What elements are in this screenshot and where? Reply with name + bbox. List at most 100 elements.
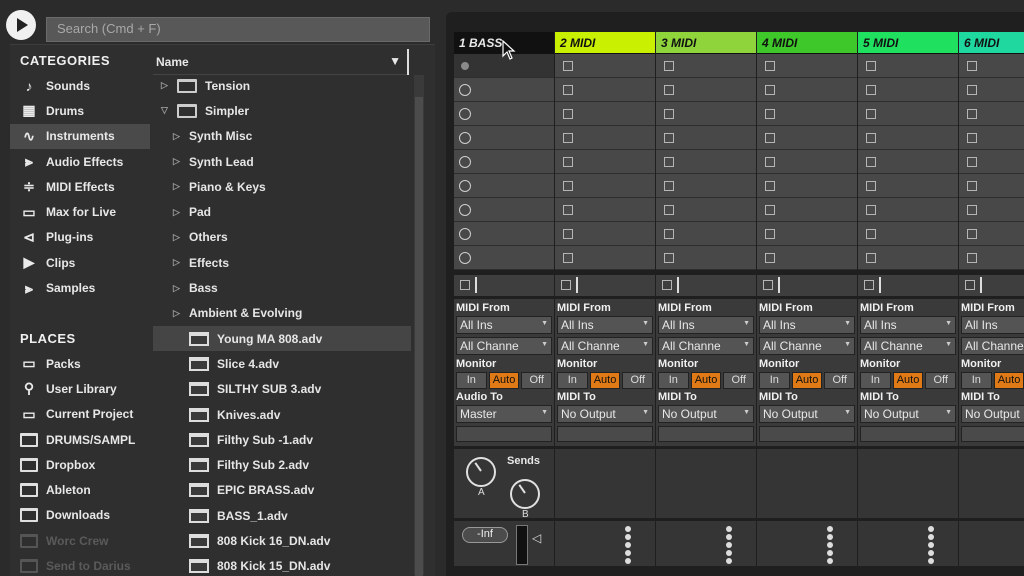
input-channel-dropdown[interactable]: All Channe xyxy=(759,337,855,355)
stop-clip-icon[interactable] xyxy=(563,85,573,95)
place-user-library[interactable]: ⚲ User Library xyxy=(10,376,150,401)
output-channel-field[interactable] xyxy=(658,426,754,442)
output-channel-field[interactable] xyxy=(456,426,552,442)
monitor-auto-button[interactable]: Auto xyxy=(589,372,621,389)
collapsed-arrow-icon[interactable]: ▷ xyxy=(161,80,171,91)
name-column-header[interactable]: Name ▼ xyxy=(153,49,409,75)
stop-clip-icon[interactable] xyxy=(866,85,876,95)
clip-slot[interactable] xyxy=(757,126,857,150)
track-header[interactable]: 5 MIDI xyxy=(858,32,958,54)
stop-clip-icon[interactable] xyxy=(967,253,977,263)
monitor-off-button[interactable]: Off xyxy=(824,372,856,389)
volume-slider-arrow-icon[interactable]: ◁ xyxy=(532,531,541,545)
preset-file-item[interactable]: Filthy Sub 2.adv xyxy=(153,452,411,477)
record-button-icon[interactable] xyxy=(459,180,471,192)
stop-clip-icon[interactable] xyxy=(866,253,876,263)
stop-clip-icon[interactable] xyxy=(664,85,674,95)
output-channel-field[interactable] xyxy=(557,426,653,442)
output-dropdown[interactable]: No Output xyxy=(759,405,855,423)
collapsed-arrow-icon[interactable]: ▷ xyxy=(173,308,183,319)
collapsed-arrow-icon[interactable]: ▷ xyxy=(173,257,183,268)
monitor-in-button[interactable]: In xyxy=(658,372,689,389)
clip-slot[interactable] xyxy=(454,174,554,198)
preset-file-item[interactable]: Filthy Sub -1.adv xyxy=(153,427,411,452)
stop-clip-icon[interactable] xyxy=(563,253,573,263)
output-dropdown[interactable]: No Output xyxy=(860,405,956,423)
stop-clip-icon[interactable] xyxy=(664,157,674,167)
stop-clip-icon[interactable] xyxy=(967,85,977,95)
clip-slot[interactable] xyxy=(656,102,756,126)
sort-arrow-icon[interactable]: ▼ xyxy=(389,54,401,68)
clip-slot[interactable] xyxy=(454,78,554,102)
stop-clip-icon[interactable] xyxy=(664,109,674,119)
clip-slot[interactable] xyxy=(656,246,756,270)
clip-slot[interactable] xyxy=(959,150,1024,174)
record-button-icon[interactable] xyxy=(459,204,471,216)
clip-slot[interactable] xyxy=(757,246,857,270)
record-button-icon[interactable] xyxy=(459,108,471,120)
stop-clip-icon[interactable] xyxy=(866,109,876,119)
monitor-auto-button[interactable]: Auto xyxy=(993,372,1024,389)
track-header[interactable]: 3 MIDI xyxy=(656,32,756,54)
input-source-dropdown[interactable]: All Ins xyxy=(759,316,855,334)
clip-slot[interactable] xyxy=(858,126,958,150)
clip-slot[interactable] xyxy=(959,126,1024,150)
stop-all-clips-button[interactable] xyxy=(959,270,1024,296)
stop-clip-icon[interactable] xyxy=(765,229,775,239)
category-midi-effects[interactable]: ≑ MIDI Effects xyxy=(10,174,150,199)
category-samples[interactable]: ⫸ Samples xyxy=(10,275,150,300)
record-button-icon[interactable] xyxy=(461,62,469,70)
clip-slot[interactable] xyxy=(757,174,857,198)
monitor-in-button[interactable]: In xyxy=(456,372,487,389)
clip-slot[interactable] xyxy=(959,54,1024,78)
folder-item[interactable]: ▷ Effects xyxy=(153,250,411,275)
clip-slot[interactable] xyxy=(454,222,554,246)
stop-clip-icon[interactable] xyxy=(866,205,876,215)
stop-clip-icon[interactable] xyxy=(563,181,573,191)
clip-slot[interactable] xyxy=(656,198,756,222)
stop-clip-icon[interactable] xyxy=(967,109,977,119)
stop-clip-icon[interactable] xyxy=(664,61,674,71)
clip-slot[interactable] xyxy=(858,222,958,246)
monitor-off-button[interactable]: Off xyxy=(723,372,755,389)
clip-slot[interactable] xyxy=(858,78,958,102)
clip-slot[interactable] xyxy=(757,102,857,126)
record-button-icon[interactable] xyxy=(459,228,471,240)
stop-clip-icon[interactable] xyxy=(664,229,674,239)
stop-clip-icon[interactable] xyxy=(967,229,977,239)
stop-clip-icon[interactable] xyxy=(967,61,977,71)
volume-readout[interactable]: -Inf xyxy=(462,527,508,543)
preset-file-item[interactable]: Knives.adv xyxy=(153,402,411,427)
clip-slot[interactable] xyxy=(555,102,655,126)
stop-clip-icon[interactable] xyxy=(563,157,573,167)
column-divider[interactable] xyxy=(407,49,409,75)
clip-slot[interactable] xyxy=(555,246,655,270)
clip-slot[interactable] xyxy=(757,150,857,174)
input-channel-dropdown[interactable]: All Channe xyxy=(658,337,754,355)
preset-file-item[interactable]: BASS_1.adv xyxy=(153,503,411,528)
clip-slot[interactable] xyxy=(656,54,756,78)
monitor-in-button[interactable]: In xyxy=(860,372,891,389)
stop-clip-icon[interactable] xyxy=(563,133,573,143)
clip-slot[interactable] xyxy=(454,150,554,174)
stop-all-clips-button[interactable] xyxy=(757,270,857,296)
stop-clip-icon[interactable] xyxy=(866,157,876,167)
stop-clip-icon[interactable] xyxy=(866,133,876,143)
folder-item[interactable]: ▷ Synth Lead xyxy=(153,149,411,174)
monitor-in-button[interactable]: In xyxy=(557,372,588,389)
monitor-off-button[interactable]: Off xyxy=(622,372,654,389)
clip-slot[interactable] xyxy=(454,246,554,270)
monitor-auto-button[interactable]: Auto xyxy=(791,372,823,389)
clip-slot[interactable] xyxy=(454,102,554,126)
output-channel-field[interactable] xyxy=(860,426,956,442)
output-channel-field[interactable] xyxy=(759,426,855,442)
clip-slot[interactable] xyxy=(959,222,1024,246)
preset-file-item[interactable]: Young MA 808.adv xyxy=(153,325,411,352)
stop-clip-icon[interactable] xyxy=(866,181,876,191)
clip-slot[interactable] xyxy=(656,222,756,246)
clip-slot[interactable] xyxy=(757,78,857,102)
place-dropbox[interactable]: Dropbox xyxy=(10,452,150,477)
input-channel-dropdown[interactable]: All Channe xyxy=(557,337,653,355)
record-button-icon[interactable] xyxy=(459,156,471,168)
stop-clip-icon[interactable] xyxy=(866,229,876,239)
